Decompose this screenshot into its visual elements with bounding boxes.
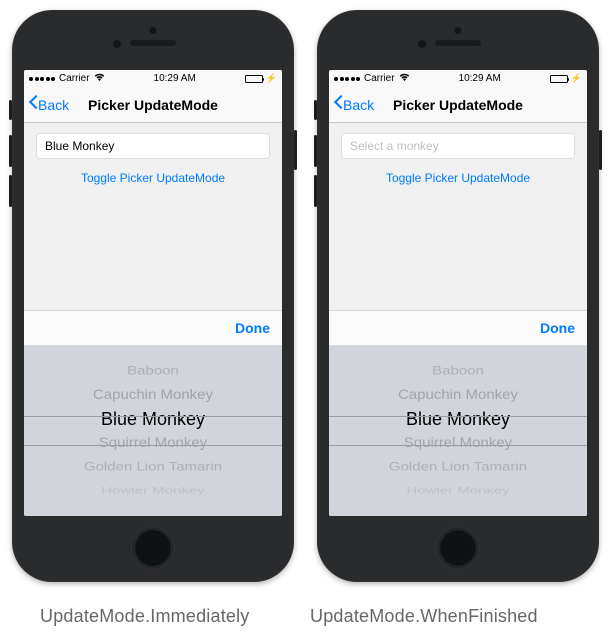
phone-right: Carrier 10:29 AM ⚡ Back Picker UpdateMod… — [317, 10, 599, 582]
nav-bar: Back Picker UpdateMode — [329, 87, 587, 123]
picker-toolbar: Done — [24, 310, 282, 346]
picker-item[interactable]: Squirrel Monkey — [329, 432, 587, 455]
power-button-icon — [294, 130, 297, 170]
status-time: 10:29 AM — [154, 73, 196, 84]
content-area: Select a monkey Toggle Picker UpdateMode — [329, 123, 587, 197]
signal-icon — [29, 77, 55, 81]
battery-icon — [550, 75, 568, 83]
sensor-icon — [418, 40, 426, 48]
monkey-input-value: Blue Monkey — [45, 139, 114, 153]
picker-toolbar: Done — [329, 310, 587, 346]
phone-left: Carrier 10:29 AM ⚡ Back Picker UpdateMod… — [12, 10, 294, 582]
charging-icon: ⚡ — [571, 74, 582, 83]
picker-wheel[interactable]: Baboon Capuchin MonkeyBlue MonkeySquirrel… — [329, 346, 587, 516]
status-bar: Carrier 10:29 AM ⚡ — [24, 70, 282, 87]
picker-item[interactable]: Capuchin Monkey — [329, 384, 587, 407]
status-right: ⚡ — [245, 74, 277, 83]
front-camera-icon — [455, 27, 462, 34]
picker-item[interactable]: Squirrel Monkey — [24, 432, 282, 455]
back-button[interactable]: Back — [329, 97, 374, 113]
monkey-input[interactable]: Select a monkey — [341, 133, 575, 159]
status-right: ⚡ — [550, 74, 582, 83]
picker-wheel[interactable]: Baboon Capuchin MonkeyBlue MonkeySquirrel… — [24, 346, 282, 516]
speaker-icon — [435, 40, 481, 46]
battery-icon — [245, 75, 263, 83]
front-camera-icon — [150, 27, 157, 34]
carrier-label: Carrier — [364, 73, 395, 84]
screen-left: Carrier 10:29 AM ⚡ Back Picker UpdateMod… — [24, 70, 282, 516]
picker-items-left: Baboon Capuchin MonkeyBlue MonkeySquirrel… — [24, 359, 282, 503]
blank-area — [24, 197, 282, 310]
volume-down-icon — [9, 175, 12, 207]
chevron-left-icon — [28, 97, 38, 113]
blank-area — [329, 197, 587, 310]
sensor-icon — [113, 40, 121, 48]
power-button-icon — [599, 130, 602, 170]
picker-item[interactable]: Howler Monkey — [24, 484, 282, 498]
chevron-left-icon — [333, 97, 343, 113]
done-button[interactable]: Done — [540, 320, 575, 336]
home-button-icon — [436, 526, 480, 570]
mute-switch-icon — [9, 100, 12, 120]
volume-down-icon — [314, 175, 317, 207]
picker-item[interactable]: Blue Monkey — [329, 407, 587, 431]
home-button-icon — [131, 526, 175, 570]
picker-items-right: Baboon Capuchin MonkeyBlue MonkeySquirrel… — [329, 359, 587, 503]
status-left: Carrier — [334, 73, 410, 85]
caption-right: UpdateMode.WhenFinished — [310, 606, 538, 627]
charging-icon: ⚡ — [266, 74, 277, 83]
content-area: Blue Monkey Toggle Picker UpdateMode — [24, 123, 282, 197]
status-time: 10:29 AM — [459, 73, 501, 84]
back-label: Back — [343, 97, 374, 113]
toggle-updatemode-button[interactable]: Toggle Picker UpdateMode — [341, 159, 575, 197]
nav-bar: Back Picker UpdateMode — [24, 87, 282, 123]
picker-item[interactable]: Baboon — [24, 361, 282, 381]
monkey-input[interactable]: Blue Monkey — [36, 133, 270, 159]
caption-left: UpdateMode.Immediately — [40, 606, 250, 627]
picker-item[interactable]: Capuchin Monkey — [24, 384, 282, 407]
status-bar: Carrier 10:29 AM ⚡ — [329, 70, 587, 87]
volume-up-icon — [9, 135, 12, 167]
back-button[interactable]: Back — [24, 97, 69, 113]
picker-item[interactable]: Golden Lion Tamarin — [24, 457, 282, 477]
done-button[interactable]: Done — [235, 320, 270, 336]
picker-item[interactable]: Golden Lion Tamarin — [329, 457, 587, 477]
screen-right: Carrier 10:29 AM ⚡ Back Picker UpdateMod… — [329, 70, 587, 516]
picker-item[interactable]: Howler Monkey — [329, 484, 587, 498]
monkey-input-placeholder: Select a monkey — [350, 139, 439, 153]
carrier-label: Carrier — [59, 73, 90, 84]
volume-up-icon — [314, 135, 317, 167]
wifi-icon — [399, 73, 410, 85]
toggle-updatemode-button[interactable]: Toggle Picker UpdateMode — [36, 159, 270, 197]
back-label: Back — [38, 97, 69, 113]
phone-pair: Carrier 10:29 AM ⚡ Back Picker UpdateMod… — [0, 0, 611, 582]
signal-icon — [334, 77, 360, 81]
mute-switch-icon — [314, 100, 317, 120]
wifi-icon — [94, 73, 105, 85]
status-left: Carrier — [29, 73, 105, 85]
picker-item[interactable]: Blue Monkey — [24, 407, 282, 431]
speaker-icon — [130, 40, 176, 46]
picker-item[interactable]: Baboon — [329, 361, 587, 381]
